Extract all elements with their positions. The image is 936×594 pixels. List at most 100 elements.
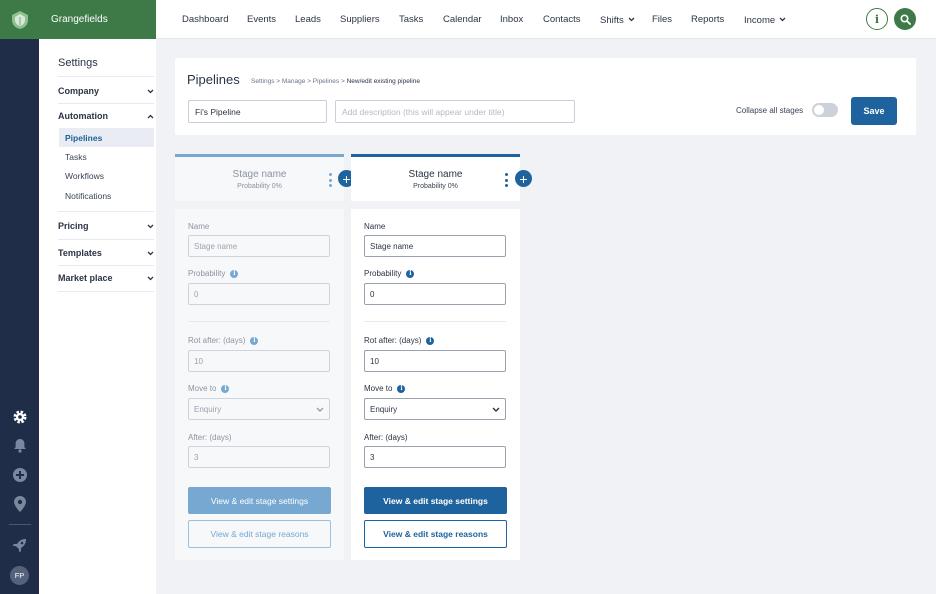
after-days-input[interactable]: 3	[364, 446, 506, 468]
view-edit-stage-settings-button[interactable]: View & edit stage settings	[364, 487, 507, 514]
breadcrumb-current: New/edit existing pipeline	[346, 78, 420, 85]
sidebar-item-workflows[interactable]: Workflows	[59, 166, 154, 185]
move-to-value: Enquiry	[194, 404, 222, 414]
bell-icon[interactable]	[0, 431, 39, 460]
breadcrumb-path[interactable]: Settings > Manage > Pipelines >	[251, 78, 345, 85]
nav-reports[interactable]: Reports	[691, 14, 724, 25]
nav-suppliers[interactable]: Suppliers	[340, 14, 380, 25]
move-to-value: Enquiry	[370, 404, 398, 414]
nav-income-label: Income	[744, 15, 776, 26]
rot-after-input[interactable]: 10	[188, 350, 330, 372]
rot-after-input[interactable]: 10	[364, 350, 506, 372]
collapse-all-toggle[interactable]	[812, 103, 838, 117]
info-icon[interactable]: i	[397, 384, 406, 393]
group-label: Pricing	[58, 220, 89, 231]
stage-header-2[interactable]: Stage name Probability 0%	[351, 154, 520, 201]
move-to-label-text: Move to	[188, 384, 217, 393]
nav-contacts[interactable]: Contacts	[543, 14, 581, 25]
nav-calendar[interactable]: Calendar	[443, 14, 482, 25]
after-days-label: After: (days)	[188, 433, 232, 442]
probability-label: Probability i	[188, 269, 239, 278]
name-label: Name	[364, 222, 386, 231]
stage-header-1[interactable]: Stage name Probability 0%	[175, 154, 344, 201]
nav-events[interactable]: Events	[247, 14, 276, 25]
view-edit-stage-reasons-button[interactable]: View & edit stage reasons	[188, 520, 331, 548]
info-icon[interactable]: i	[230, 269, 239, 278]
left-rail: FP	[0, 0, 39, 594]
info-icon[interactable]: i	[221, 384, 230, 393]
sidebar-group-pricing[interactable]: Pricing	[58, 213, 154, 238]
probability-input[interactable]: 0	[364, 283, 506, 305]
map-pin-icon[interactable]	[0, 489, 39, 518]
nav-leads[interactable]: Leads	[295, 14, 321, 25]
nav-income[interactable]: Income	[744, 14, 786, 26]
after-days-input[interactable]: 3	[188, 446, 330, 468]
sidebar-item-pipelines[interactable]: Pipelines	[59, 128, 154, 147]
group-label: Templates	[58, 247, 102, 258]
divider	[58, 291, 154, 292]
brand-header[interactable]: Grangefields	[0, 0, 156, 39]
page-title: Pipelines	[187, 72, 240, 87]
pipeline-name-input[interactable]: Fi's Pipeline	[188, 100, 327, 123]
stage-form-1: Name Stage name Probability i 0 Rot after…	[175, 209, 344, 560]
add-stage-button[interactable]: +	[515, 170, 532, 187]
sidebar-group-templates[interactable]: Templates	[58, 240, 154, 265]
chevron-down-icon	[316, 405, 324, 414]
nav-files[interactable]: Files	[652, 14, 672, 25]
sidebar-item-notifications[interactable]: Notifications	[59, 186, 154, 205]
user-avatar[interactable]: FP	[10, 566, 29, 585]
breadcrumb: Settings > Manage > Pipelines > New/edit…	[251, 78, 420, 85]
rail-separator	[8, 524, 31, 525]
kebab-menu-icon[interactable]	[504, 173, 508, 187]
chevron-down-icon	[147, 273, 154, 283]
rot-after-label: Rot after: (days) i	[364, 336, 435, 345]
move-to-label: Move to i	[364, 384, 406, 393]
chevron-down-icon	[492, 405, 500, 414]
chevron-down-icon	[779, 14, 786, 25]
move-to-select[interactable]: Enquiry	[364, 398, 506, 420]
group-label: Company	[58, 85, 100, 96]
group-label: Market place	[58, 272, 113, 283]
chevron-down-icon	[628, 14, 635, 25]
stage-name-input[interactable]: Stage name	[364, 235, 506, 257]
sidebar-group-marketplace[interactable]: Market place	[58, 265, 154, 290]
chevron-down-icon	[147, 86, 154, 96]
rot-after-label-text: Rot after: (days)	[364, 336, 422, 345]
view-edit-stage-settings-button[interactable]: View & edit stage settings	[188, 487, 331, 514]
info-icon[interactable]: i	[866, 8, 888, 30]
info-icon[interactable]: i	[406, 269, 415, 278]
probability-label: Probability i	[364, 269, 415, 278]
info-icon[interactable]: i	[426, 336, 435, 345]
info-icon[interactable]: i	[250, 336, 259, 345]
move-to-select[interactable]: Enquiry	[188, 398, 330, 420]
rail-icon-group: FP	[0, 402, 39, 585]
nav-tasks[interactable]: Tasks	[399, 14, 423, 25]
divider	[364, 321, 506, 322]
nav-dashboard[interactable]: Dashboard	[182, 14, 228, 25]
chevron-down-icon	[147, 221, 154, 231]
plus-circle-icon[interactable]	[0, 460, 39, 489]
view-edit-stage-reasons-button[interactable]: View & edit stage reasons	[364, 520, 507, 548]
save-button[interactable]: Save	[851, 97, 897, 125]
kebab-menu-icon[interactable]	[328, 173, 332, 187]
name-label: Name	[188, 222, 210, 231]
stage-probability: Probability 0%	[237, 182, 282, 190]
sidebar-group-automation[interactable]: Automation	[58, 103, 154, 128]
group-label: Automation	[58, 110, 108, 121]
stage-probability: Probability 0%	[413, 182, 458, 190]
search-icon[interactable]	[894, 8, 916, 30]
stage-name-input[interactable]: Stage name	[188, 235, 330, 257]
sidebar-group-company[interactable]: Company	[58, 78, 154, 103]
stage-name: Stage name	[408, 168, 463, 180]
sidebar-item-tasks[interactable]: Tasks	[59, 147, 154, 166]
rocket-icon[interactable]	[0, 531, 39, 560]
probability-input[interactable]: 0	[188, 283, 330, 305]
stage-name: Stage name	[232, 168, 287, 180]
divider	[58, 211, 154, 212]
pipeline-description-input[interactable]: Add description (this will appear under …	[335, 100, 575, 123]
nav-shifts[interactable]: Shifts	[600, 14, 635, 26]
nav-inbox[interactable]: Inbox	[500, 14, 523, 25]
stage-form-2: Name Stage name Probability i 0 Rot after…	[351, 209, 520, 560]
gear-icon[interactable]	[0, 402, 39, 431]
probability-label-text: Probability	[364, 269, 402, 278]
